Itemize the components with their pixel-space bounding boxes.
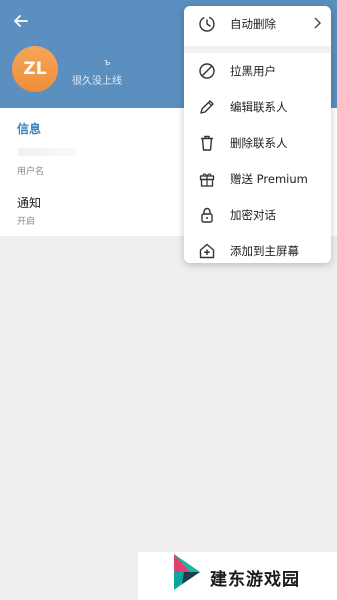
menu-divider	[184, 46, 331, 53]
username-value[interactable]	[18, 148, 78, 156]
back-button[interactable]	[8, 8, 34, 34]
menu-item-delete-contact[interactable]: 删除联系人	[184, 125, 331, 161]
menu-item-label: 加密对话	[230, 208, 276, 222]
gift-icon	[199, 173, 215, 187]
username-label: 用户名	[17, 167, 45, 177]
menu-item-secret-chat[interactable]: 加密对话	[184, 197, 331, 233]
trash-icon	[201, 135, 213, 151]
menu-item-block-user[interactable]: 拉黑用户	[184, 53, 331, 89]
add-to-home-icon	[199, 243, 215, 259]
pencil-icon	[200, 100, 214, 114]
back-arrow-icon	[14, 15, 28, 27]
auto-delete-timer-icon	[199, 16, 215, 32]
block-icon	[199, 63, 215, 79]
site-watermark: 建东游戏园	[138, 552, 337, 600]
notifications-status: 开启	[17, 217, 36, 227]
menu-item-label: 编辑联系人	[230, 100, 288, 114]
info-section-title: 信息	[17, 122, 42, 136]
menu-item-label: 赠送 Premium	[230, 172, 308, 186]
menu-item-label: 自动删除	[230, 17, 276, 31]
avatar[interactable]: ZL	[12, 46, 58, 92]
menu-item-edit-contact[interactable]: 编辑联系人	[184, 89, 331, 125]
notifications-title[interactable]: 通知	[17, 194, 41, 211]
menu-item-label: 拉黑用户	[230, 64, 276, 78]
menu-item-gift-premium[interactable]: 赠送 Premium	[184, 161, 331, 197]
menu-item-auto-delete[interactable]: 自动删除	[184, 6, 331, 42]
chevron-right-icon	[314, 17, 321, 29]
last-seen-status: 很久没上线	[72, 76, 122, 87]
watermark-text: 建东游戏园	[210, 570, 300, 590]
context-menu: 自动删除 拉黑用户 编辑联系人 删除联系人 赠送 Premium 加密对话 添加…	[184, 6, 331, 263]
menu-item-label: 添加到主屏幕	[230, 244, 299, 258]
contact-name: ъ	[104, 58, 111, 68]
menu-item-add-to-home[interactable]: 添加到主屏幕	[184, 233, 331, 263]
site-logo-icon	[174, 554, 200, 590]
lock-icon	[201, 207, 213, 223]
empty-content-area	[0, 236, 337, 600]
menu-item-label: 删除联系人	[230, 136, 288, 150]
